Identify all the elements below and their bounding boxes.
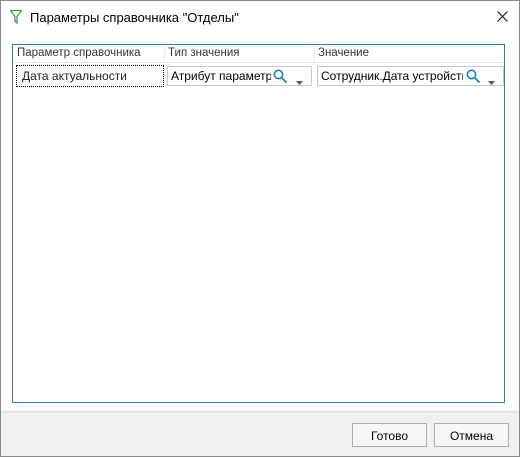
ok-button[interactable]: Готово — [352, 423, 427, 447]
dialog-window: Параметры справочника "Отделы" Параметр … — [0, 0, 520, 457]
value-text: Сотрудник.Дата устройства — [321, 69, 463, 83]
grid-header: Параметр справочника Тип значения Значен… — [13, 45, 504, 63]
value-type-combobox[interactable]: Атрибут параметра — [167, 66, 312, 86]
close-icon — [496, 10, 508, 22]
close-button[interactable] — [485, 1, 519, 31]
table-row: Дата актуальности Атрибут параметра Сотр… — [13, 63, 504, 89]
column-header-parameter[interactable]: Параметр справочника — [13, 45, 164, 62]
search-icon[interactable] — [273, 69, 287, 83]
cancel-button[interactable]: Отмена — [434, 423, 509, 447]
dialog-footer: Готово Отмена — [1, 411, 519, 456]
dialog-content: Параметр справочника Тип значения Значен… — [1, 33, 519, 411]
value-type-text: Атрибут параметра — [171, 69, 271, 83]
filter-funnel-icon — [9, 9, 23, 25]
search-icon[interactable] — [466, 69, 480, 83]
parameter-cell[interactable]: Дата актуальности — [16, 65, 164, 87]
title-bar: Параметры справочника "Отделы" — [1, 1, 519, 33]
value-combobox[interactable]: Сотрудник.Дата устройства — [317, 66, 504, 86]
chevron-down-icon[interactable] — [488, 74, 495, 85]
window-title: Параметры справочника "Отделы" — [30, 10, 239, 25]
chevron-down-icon[interactable] — [296, 74, 303, 85]
column-header-value-type[interactable]: Тип значения — [164, 45, 314, 62]
column-header-value[interactable]: Значение — [314, 45, 504, 62]
parameters-grid: Параметр справочника Тип значения Значен… — [12, 44, 505, 403]
